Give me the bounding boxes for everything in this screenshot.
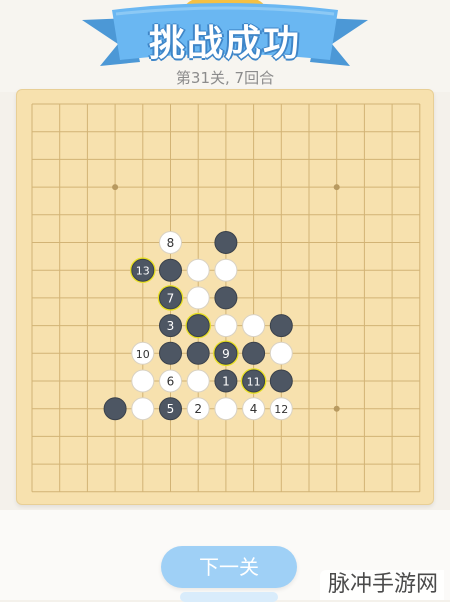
move-number-label: 13 [136,265,150,278]
next-level-button[interactable]: 下一关 [161,546,297,588]
black-stone [269,314,293,338]
move-number-label: 6 [167,375,175,389]
black-stone [214,231,238,254]
move-number-label: 5 [167,402,175,416]
move-number-label: 1 [222,375,230,389]
star-point [333,184,340,191]
white-stone [131,397,155,421]
move-number-label: 9 [222,347,230,361]
move-number-label: 10 [136,348,150,361]
move-number-label: 8 [167,236,175,250]
level-subtitle: 第31关, 7回合 [175,69,275,87]
black-stone [159,341,182,365]
gomoku-board[interactable]: 8 13 7 3 10 9 6 1 11 5 2 4 12 [16,89,434,505]
white-stone [214,314,238,338]
header-area: 挑战成功 第31关, 7回合 [0,0,450,92]
board-grid[interactable]: 8137310 96 1 115 2 4 12 [17,90,433,504]
black-stone [159,258,182,282]
black-stone [269,369,293,393]
black-stone [103,397,127,421]
white-stone [186,369,210,393]
black-stone [242,341,266,365]
white-stone [214,258,238,282]
secondary-button-peek [180,592,278,602]
move-number-label: 3 [167,319,175,333]
white-stone [214,397,238,421]
star-point [333,405,340,412]
star-point [112,184,119,191]
white-stone [242,314,266,338]
watermark: 脉冲手游网 [319,570,444,600]
move-number-label: 7 [167,291,175,305]
black-stone [186,314,210,338]
move-number-label: 11 [247,376,261,389]
white-stone [186,258,210,282]
white-stone [131,369,155,393]
white-stone [186,286,210,310]
move-number-label: 12 [274,403,288,416]
black-stone [186,341,210,365]
black-stone [214,286,238,310]
move-number-label: 4 [250,402,258,416]
move-number-label: 2 [194,402,202,416]
white-stone [269,341,293,365]
banner-title: 挑战成功 [148,23,301,64]
